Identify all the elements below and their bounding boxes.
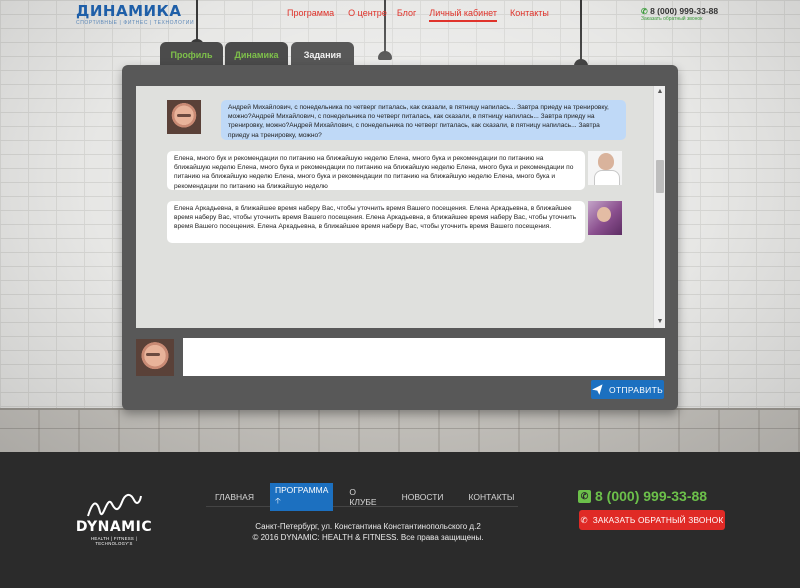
footer-phone-number: 8 (000) 999-33-88 xyxy=(595,488,708,504)
chat-history[interactable]: Андрей Михайлович, с понедельника по чет… xyxy=(136,86,665,328)
chat-message-trainer: Елена Аркадьевна, в ближайшее время набе… xyxy=(167,201,585,243)
chat-scrollbar[interactable]: ▲ ▼ xyxy=(653,86,665,328)
footer-address: Санкт-Петербург, ул. Константина Констан… xyxy=(218,521,518,543)
phone-icon: ✆ xyxy=(578,489,591,503)
header-callback-link[interactable]: Заказать обратный звонок xyxy=(641,16,702,22)
nav-account[interactable]: Личный кабинет xyxy=(429,8,497,22)
footer-nav: ГЛАВНАЯ ПРОГРАММА 🡡 О КЛУБЕ НОВОСТИ КОНТ… xyxy=(206,482,518,511)
logo-title: ДИНАМИКА xyxy=(76,2,182,20)
callback-button[interactable]: ✆ ЗАКАЗАТЬ ОБРАТНЫЙ ЗВОНОК xyxy=(579,510,725,530)
send-button-label: ОТПРАВИТЬ xyxy=(609,384,663,395)
footer-nav-club[interactable]: О КЛУБЕ xyxy=(349,485,376,509)
footer-nav-program[interactable]: ПРОГРАММА 🡡 xyxy=(270,482,334,511)
dynamic-logo-icon xyxy=(87,494,142,517)
footer-nav-contacts[interactable]: КОНТАКТЫ xyxy=(469,490,515,504)
man-avatar xyxy=(167,100,201,134)
phone-call-icon: ✆ xyxy=(580,515,588,525)
user-avatar xyxy=(136,339,174,376)
send-button[interactable]: ОТПРАВИТЬ xyxy=(591,380,664,399)
logo-subtitle: СПОРТИВНЫЕ | ФИТНЕС | ТЕХНОЛОГИИ xyxy=(76,20,195,26)
nav-program[interactable]: Программа xyxy=(287,8,334,22)
phone-icon: ✆ xyxy=(641,7,648,16)
footer-nav-news[interactable]: НОВОСТИ xyxy=(402,490,444,504)
scroll-down-icon[interactable]: ▼ xyxy=(654,316,665,328)
header-phone-number: 8 (000) 999-33-88 xyxy=(650,6,719,16)
message-input[interactable] xyxy=(183,338,665,376)
woman-avatar xyxy=(588,201,622,235)
header-phone[interactable]: ✆ 8 (000) 999-33-88 xyxy=(641,6,718,16)
nav-about[interactable]: О центре xyxy=(348,8,387,22)
chat-message-trainer: Елена, много бук и рекомендации по питан… xyxy=(167,151,585,190)
footer-phone[interactable]: ✆ 8 (000) 999-33-88 xyxy=(578,488,707,504)
callback-button-label: ЗАКАЗАТЬ ОБРАТНЫЙ ЗВОНОК xyxy=(592,515,724,525)
footer-logo[interactable]: DYNAMIC HEALTH | FITNESS | TECHNOLOGY'S xyxy=(72,490,156,546)
doctor-avatar xyxy=(588,151,622,185)
footer-tagline: HEALTH | FITNESS | TECHNOLOGY'S xyxy=(91,536,137,546)
site-footer: DYNAMIC HEALTH | FITNESS | TECHNOLOGY'S … xyxy=(0,452,800,588)
footer-address-line: Санкт-Петербург, ул. Константина Констан… xyxy=(255,522,481,531)
footer-nav-home[interactable]: ГЛАВНАЯ xyxy=(215,490,254,504)
site-logo[interactable]: ДИНАМИКА СПОРТИВНЫЕ | ФИТНЕС | ТЕХНОЛОГИ… xyxy=(76,2,195,27)
main-nav: Программа О центре Блог Личный кабинет К… xyxy=(287,8,549,22)
arrow-up-icon: 🡡 xyxy=(275,495,281,505)
nav-contacts[interactable]: Контакты xyxy=(510,8,549,22)
footer-copyright: © 2016 DYNAMIC: HEALTH & FITNESS. Все пр… xyxy=(252,533,484,542)
footer-brand: DYNAMIC xyxy=(75,519,153,535)
scroll-up-icon[interactable]: ▲ xyxy=(654,86,665,98)
wood-floor xyxy=(0,408,800,452)
scroll-thumb[interactable] xyxy=(656,160,664,193)
tasks-panel: Андрей Михайлович, с понедельника по чет… xyxy=(122,65,678,410)
chat-message-self: Андрей Михайлович, с понедельника по чет… xyxy=(221,100,626,140)
nav-blog[interactable]: Блог xyxy=(397,8,416,22)
paper-plane-icon xyxy=(592,384,603,395)
footer-nav-program-label: ПРОГРАММА xyxy=(275,484,329,495)
site-header: ДИНАМИКА СПОРТИВНЫЕ | ФИТНЕС | ТЕХНОЛОГИ… xyxy=(0,0,800,27)
